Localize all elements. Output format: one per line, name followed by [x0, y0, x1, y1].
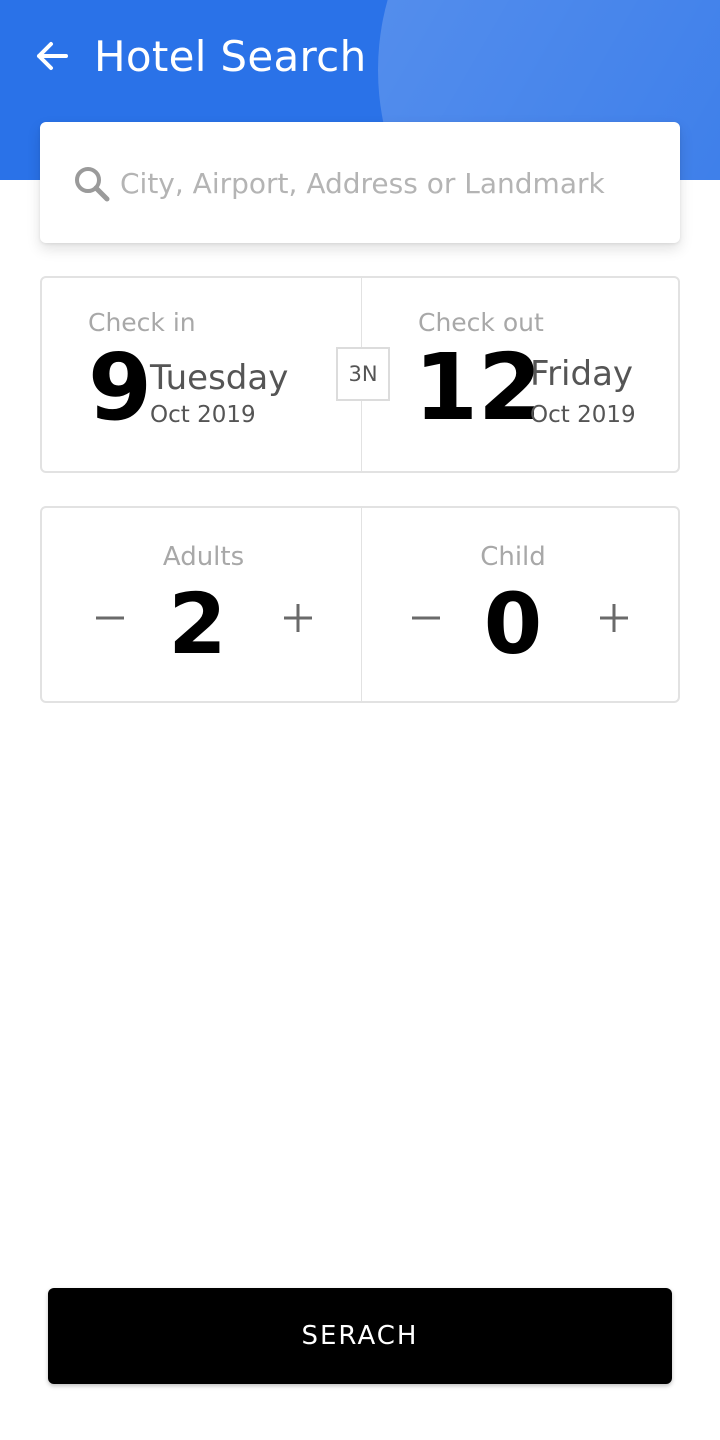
child-label: Child [480, 542, 546, 572]
plus-icon [600, 604, 628, 632]
page-title: Hotel Search [94, 32, 367, 81]
guests-selector: Adults 2 Child 0 [40, 506, 680, 703]
child-cell: Child 0 [362, 508, 680, 701]
adults-decrement-button[interactable] [80, 588, 140, 648]
back-button[interactable] [30, 34, 74, 78]
plus-icon [284, 604, 312, 632]
check-in-label: Check in [88, 308, 196, 337]
check-in-month-year: Oct 2019 [150, 402, 256, 428]
child-increment-button[interactable] [584, 588, 644, 648]
minus-icon [412, 616, 440, 620]
check-in-cell[interactable]: Check in 9 Tuesday Oct 2019 [42, 278, 361, 471]
child-decrement-button[interactable] [396, 588, 456, 648]
minus-icon [96, 616, 124, 620]
search-button[interactable]: SERACH [48, 1288, 672, 1384]
adults-label: Adults [162, 542, 245, 572]
nights-badge: 3N [336, 347, 390, 401]
check-out-weekday: Friday [530, 354, 634, 394]
check-in-day: 9 [88, 334, 153, 441]
arrow-left-icon [37, 42, 68, 70]
adults-increment-button[interactable] [268, 588, 328, 648]
check-out-day: 12 [414, 334, 543, 441]
dates-selector: Check in 9 Tuesday Oct 2019 Check out 12… [40, 276, 680, 473]
search-input[interactable] [120, 158, 660, 208]
check-out-month-year: Oct 2019 [530, 402, 636, 428]
search-card [40, 122, 680, 243]
adults-cell: Adults 2 [42, 508, 361, 701]
check-out-cell[interactable]: Check out 12 Friday Oct 2019 [362, 278, 680, 471]
check-in-weekday: Tuesday [150, 358, 289, 398]
search-icon [75, 167, 110, 202]
check-out-label: Check out [418, 308, 544, 337]
